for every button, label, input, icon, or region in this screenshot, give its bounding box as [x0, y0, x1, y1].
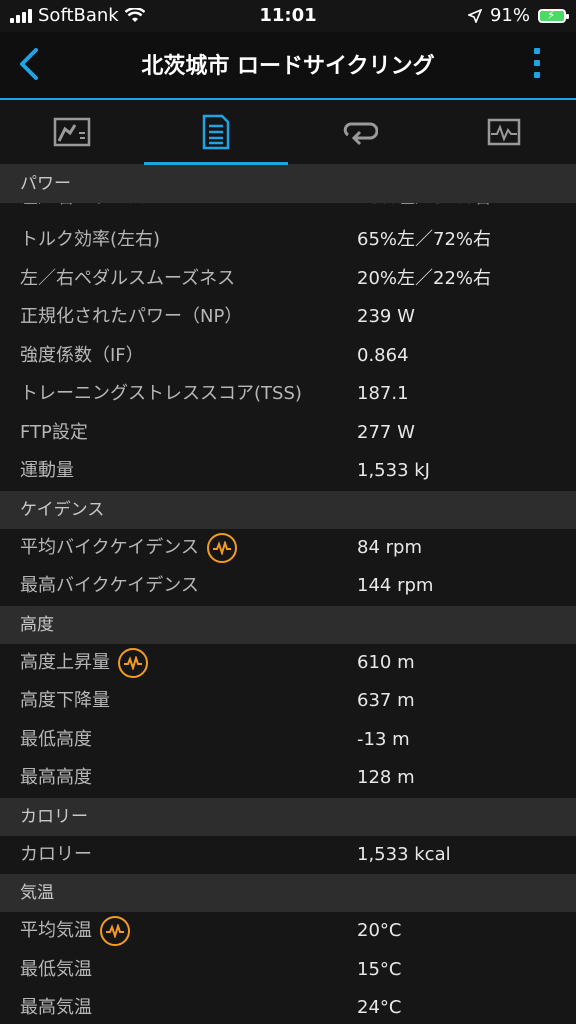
- row-value: 277 W: [357, 421, 415, 443]
- status-right: 91% ⚡: [467, 5, 569, 26]
- list-item[interactable]: 運動量 1,533 kJ: [0, 452, 576, 491]
- list-item[interactable]: トルク効率(左右) 65%左／72%右: [0, 221, 576, 260]
- list-item[interactable]: 左／右ペダルスムーズネス 20%左／22%右: [0, 259, 576, 298]
- charts-icon: [487, 118, 521, 146]
- section-header-temperature: 気温: [0, 874, 576, 912]
- chart-icon[interactable]: [118, 647, 148, 678]
- section-header-cadence: ケイデンス: [0, 490, 576, 529]
- chart-icon[interactable]: [100, 916, 130, 947]
- list-item[interactable]: 平均気温 20°C: [0, 912, 576, 951]
- row-label-group: 平均バイクケイデンス: [20, 529, 237, 568]
- details-icon: [202, 114, 230, 150]
- overview-icon: [53, 117, 91, 147]
- row-value: 20°C: [357, 920, 402, 941]
- list-item[interactable]: FTP設定 277 W: [0, 413, 576, 452]
- list-item[interactable]: 最高気温 24°C: [0, 989, 576, 1024]
- row-label-group: 平均気温: [20, 912, 130, 951]
- list-item[interactable]: トレーニングストレススコア(TSS) 187.1: [0, 375, 576, 414]
- row-label: 最低気温: [20, 958, 92, 980]
- list-item[interactable]: 正規化されたパワー（NP） 239 W: [0, 298, 576, 337]
- section-header-power: パワー: [0, 165, 576, 203]
- list-item[interactable]: カロリー 1,533 kcal: [0, 835, 576, 874]
- tab-overview[interactable]: [0, 100, 144, 164]
- page-title: 北茨城市 ロードサイクリング: [141, 54, 435, 79]
- row-label: 最高気温: [20, 997, 92, 1018]
- battery-percent: 91%: [489, 5, 530, 26]
- row-value: 610 m: [357, 651, 415, 673]
- list-item[interactable]: 最高バイクケイデンス 144 rpm: [0, 567, 576, 606]
- tab-laps[interactable]: [288, 100, 432, 164]
- row-label: 平均気温: [20, 920, 92, 941]
- row-label-group: 高度上昇量: [20, 644, 148, 683]
- tab-charts[interactable]: [432, 100, 576, 164]
- tab-bar: [0, 100, 576, 165]
- more-menu-button[interactable]: [534, 48, 540, 78]
- section-header-calories: カロリー: [0, 797, 576, 836]
- row-value: 65%左／72%右: [357, 229, 492, 250]
- list-item[interactable]: 強度係数（IF） 0.864: [0, 336, 576, 375]
- row-value: 84 rpm: [357, 536, 422, 558]
- row-label: FTP設定: [20, 421, 88, 443]
- row-label: 高度下降量: [20, 690, 110, 711]
- list-item[interactable]: 高度上昇量 610 m: [0, 643, 576, 683]
- row-label: 最高高度: [20, 767, 92, 788]
- row-label: 左／右ペダルスムーズネス: [20, 267, 236, 289]
- row-label: 正規化されたパワー（NP）: [20, 306, 243, 327]
- row-value: 20%左／22%右: [357, 267, 492, 289]
- row-value: 0.864: [357, 344, 409, 366]
- laps-icon: [343, 122, 378, 146]
- battery-icon: ⚡: [538, 8, 569, 23]
- row-label: 最高バイクケイデンス: [20, 575, 199, 596]
- location-icon: [467, 8, 482, 23]
- list-item[interactable]: 平均バイクケイデンス 84 rpm: [0, 528, 576, 568]
- status-bar: SoftBank 11:01 91% ⚡: [0, 0, 576, 32]
- list-item[interactable]: 最低気温 15°C: [0, 950, 576, 989]
- section-header-elevation: 高度: [0, 605, 576, 644]
- list-item[interactable]: 高度下降量 637 m: [0, 682, 576, 721]
- row-value: 239 W: [357, 306, 415, 327]
- app-header: 北茨城市 ロードサイクリング: [0, 32, 576, 100]
- row-value: 48%左／52%右: [357, 203, 491, 209]
- row-value: 128 m: [357, 767, 415, 788]
- row-value: 15°C: [357, 958, 402, 980]
- row-label: 運動量: [20, 460, 74, 481]
- row-value: 1,533 kJ: [357, 460, 430, 481]
- row-value: 144 rpm: [357, 575, 434, 596]
- row-value: 637 m: [357, 690, 415, 711]
- row-label: トルク効率(左右): [20, 229, 161, 250]
- row-label: カロリー: [20, 843, 92, 865]
- row-label: 最低高度: [20, 728, 92, 750]
- row-label: 高度上昇量: [20, 651, 110, 673]
- row-value: 187.1: [357, 383, 409, 404]
- row-label: 強度係数（IF）: [20, 344, 144, 366]
- partial-row: 左／右バランス 48%左／52%右: [0, 203, 576, 221]
- row-value: -13 m: [357, 728, 410, 750]
- row-value: 24°C: [357, 997, 402, 1018]
- list-item[interactable]: 最低高度 -13 m: [0, 720, 576, 759]
- row-label: 左／右バランス: [20, 203, 146, 209]
- chart-icon[interactable]: [206, 532, 237, 563]
- row-value: 1,533 kcal: [357, 843, 451, 865]
- details-list[interactable]: パワー 左／右バランス 48%左／52%右 トルク効率(左右) 65%左／72%右…: [0, 165, 576, 1024]
- row-label: 平均バイクケイデンス: [20, 536, 199, 558]
- list-item[interactable]: 最高高度 128 m: [0, 759, 576, 798]
- row-label: トレーニングストレススコア(TSS): [20, 383, 302, 404]
- tab-details[interactable]: [144, 100, 288, 165]
